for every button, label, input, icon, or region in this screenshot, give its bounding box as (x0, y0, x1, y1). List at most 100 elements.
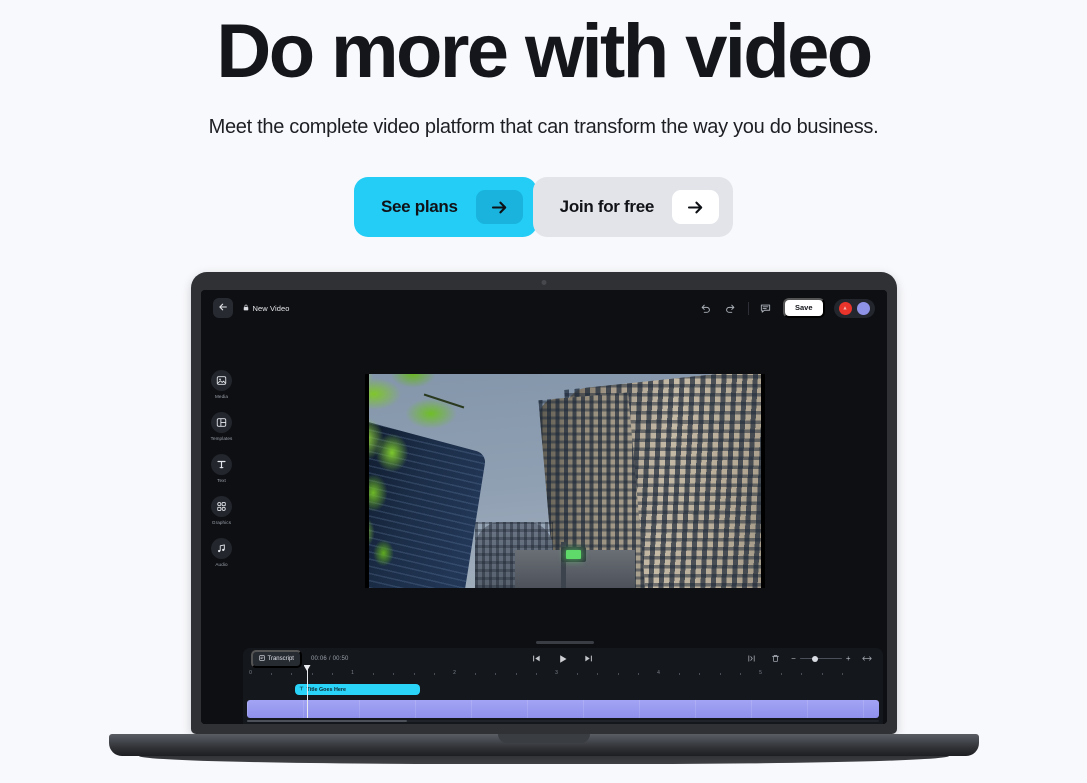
split-icon[interactable] (743, 651, 759, 667)
ruler-tick (332, 673, 334, 675)
ruler-tick (434, 673, 436, 675)
lamp-glow (565, 550, 581, 559)
ruler-label: 0 (249, 669, 252, 676)
page-title: Do more with video (216, 9, 873, 94)
editor-stage: Transcript 00:06 / 00:50 − + 0 1 2 3 4 5… (242, 326, 887, 724)
ruler-label: 4 (657, 669, 660, 676)
comment-icon[interactable] (758, 300, 774, 316)
ruler-tick (638, 673, 640, 675)
video-track[interactable] (246, 700, 879, 718)
topbar-divider (747, 301, 749, 315)
timeline-tools-right: − + (743, 651, 874, 667)
arrow-right-icon (475, 190, 523, 224)
text-clip[interactable]: Title Goes Here (294, 684, 420, 695)
sidebar-item-text[interactable]: Text (211, 454, 232, 483)
video-preview[interactable] (364, 374, 765, 588)
text-track[interactable]: Title Goes Here (247, 684, 879, 695)
sidebar-item-audio-label: Audio (215, 562, 228, 567)
topbar-left-group: New Video (212, 298, 290, 318)
tool-sidebar: Media Templates Text Graphics Audio (200, 326, 243, 724)
trash-icon[interactable] (767, 651, 783, 667)
ruler-tick (699, 673, 701, 675)
ruler-tick (678, 673, 680, 675)
zoom-in-button[interactable]: + (846, 654, 851, 663)
avatar-blue[interactable] (856, 301, 870, 315)
see-plans-label: See plans (380, 197, 458, 216)
see-plans-button[interactable]: See plans (353, 177, 537, 237)
app-screen: New Video Save Media Templates Text Grap… (200, 290, 887, 724)
zoom-out-button[interactable]: − (791, 654, 796, 663)
laptop-mockup: New Video Save Media Templates Text Grap… (108, 272, 979, 764)
zoom-knob[interactable] (811, 655, 818, 662)
ruler-tick (311, 673, 313, 675)
document-title-text: New Video (252, 303, 290, 313)
avatar-red[interactable] (838, 301, 852, 315)
save-button[interactable]: Save (782, 298, 825, 318)
transcript-label: Transcript (267, 655, 294, 662)
fit-width-icon[interactable] (859, 651, 875, 667)
skip-back-icon[interactable] (529, 651, 545, 667)
ruler-tick (597, 673, 599, 675)
timeline-zoom-slider[interactable]: − + (791, 654, 851, 663)
sidebar-item-text-label: Text (217, 478, 226, 483)
hero-section: Do more with video Meet the complete vid… (0, 0, 1087, 237)
sidebar-item-templates-label: Templates (210, 436, 233, 441)
playhead[interactable] (303, 665, 311, 718)
sidebar-item-media[interactable]: Media (211, 370, 232, 399)
arrow-right-icon (672, 190, 720, 224)
shapes-icon (211, 496, 232, 517)
ruler-tick (780, 673, 782, 675)
redo-icon[interactable] (723, 300, 739, 316)
timecode-display: 00:06 / 00:50 (310, 655, 349, 662)
music-note-icon (211, 538, 232, 559)
laptop-base (108, 734, 979, 756)
sidebar-item-graphics[interactable]: Graphics (211, 496, 232, 525)
timeline-tracks: 0 1 2 3 4 5 Title Goes Here (243, 665, 883, 724)
ruler-tick (393, 673, 395, 675)
ruler-tick (801, 673, 803, 675)
sidebar-item-media-label: Media (214, 394, 228, 399)
sidebar-item-audio[interactable]: Audio (211, 538, 232, 567)
skip-forward-icon[interactable] (581, 651, 597, 667)
ruler-tick (719, 673, 721, 675)
text-clip-label: Title Goes Here (306, 686, 346, 693)
avatar-group (833, 298, 875, 318)
document-title-group[interactable]: New Video (243, 304, 290, 313)
layout-icon (211, 412, 232, 433)
ruler-label: 5 (759, 669, 762, 676)
ruler-tick (291, 673, 293, 675)
letterbox-left (364, 374, 369, 588)
hero-subtitle: Meet the complete video platform that ca… (208, 116, 879, 138)
app-topbar: New Video Save (200, 290, 887, 326)
panel-resize-handle[interactable] (535, 640, 594, 644)
sidebar-item-graphics-label: Graphics (211, 520, 232, 525)
ruler-tick (617, 673, 619, 675)
video-preview-area (243, 326, 887, 636)
undo-icon[interactable] (698, 300, 714, 316)
ruler-tick (821, 673, 823, 675)
cta-button-row: See plans Join for free (0, 177, 1087, 237)
join-for-free-label: Join for free (559, 197, 655, 216)
zoom-track[interactable] (799, 655, 842, 662)
ruler-label: 3 (555, 669, 558, 676)
ruler-tick (842, 673, 844, 675)
text-t-icon (211, 454, 232, 475)
ruler-tick (515, 673, 517, 675)
foliage-left (364, 458, 425, 574)
back-arrow-icon (218, 299, 228, 317)
timeline-ruler[interactable]: 0 1 2 3 4 5 (247, 669, 879, 678)
webcam-icon (541, 280, 546, 285)
image-icon (211, 370, 232, 391)
playback-controls (529, 651, 597, 667)
ruler-label: 2 (453, 669, 456, 676)
sidebar-item-templates[interactable]: Templates (211, 412, 233, 441)
text-t-icon (299, 686, 304, 693)
transcript-button[interactable]: Transcript (250, 649, 302, 668)
play-icon[interactable] (555, 651, 571, 667)
ruler-tick (576, 673, 578, 675)
timeline-scrollbar-thumb[interactable] (246, 719, 407, 722)
ruler-label: 1 (351, 669, 354, 676)
topbar-right-group: Save (698, 298, 875, 318)
back-button[interactable] (212, 298, 233, 318)
join-for-free-button[interactable]: Join for free (532, 177, 734, 237)
